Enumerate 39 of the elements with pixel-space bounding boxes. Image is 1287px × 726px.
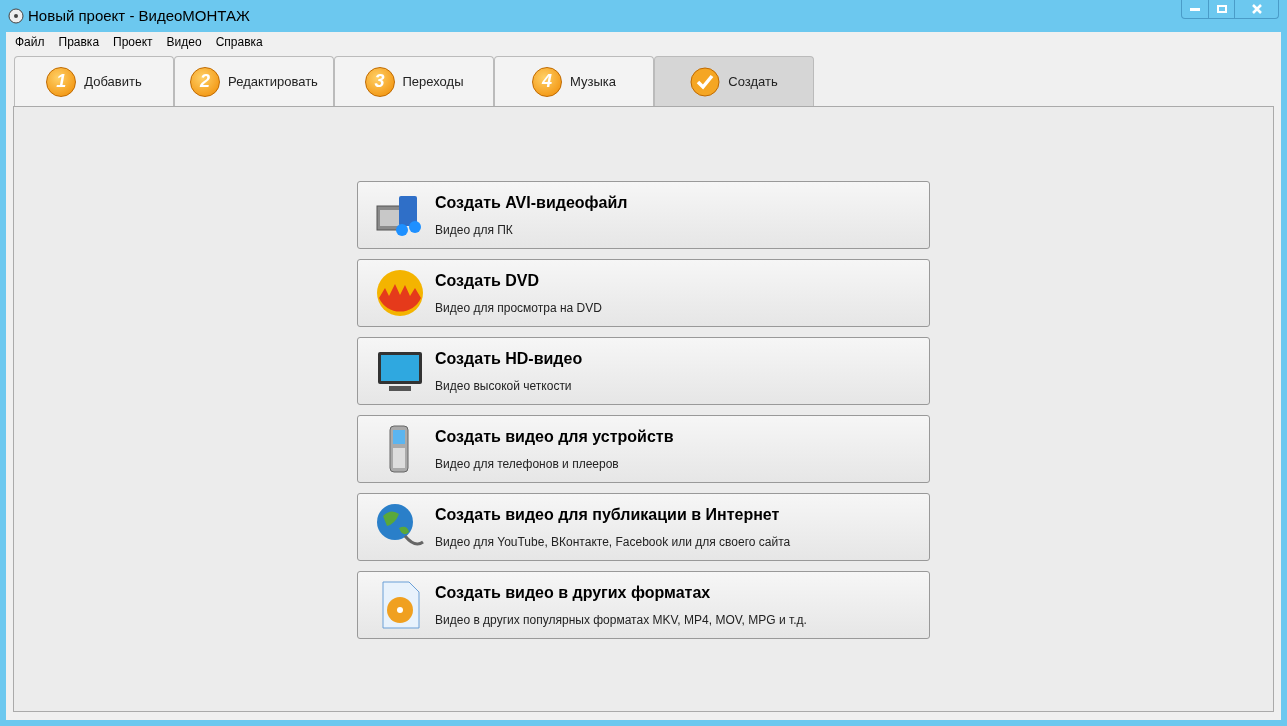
option-title: Создать DVD xyxy=(435,271,541,291)
option-description: Видео для телефонов и плееров xyxy=(435,456,620,473)
export-option-button[interactable]: Создать видео в других форматах Видео в других популярных форматах MKV, MP4, MOV, MPG и т.д. xyxy=(357,571,930,639)
option-title: Создать HD-видео xyxy=(435,349,583,369)
step-tab[interactable]: 1 Добавить xyxy=(14,56,174,106)
check-badge-icon xyxy=(690,66,721,97)
option-title: Создать видео в других форматах xyxy=(435,583,712,603)
minimize-icon xyxy=(1190,7,1200,11)
export-option-button[interactable]: Создать видео для публикации в Интернет Видео для YouTube, ВКонтакте, Facebook или для своего сайта xyxy=(357,493,930,561)
menu-item[interactable]: Правка xyxy=(58,33,100,51)
menu-item[interactable]: Видео xyxy=(166,33,202,51)
close-icon xyxy=(1251,4,1262,14)
option-description: Видео в других популярных форматах MKV, MP4, MOV, MPG и т.д. xyxy=(435,612,807,629)
step-number-badge: 1 xyxy=(46,66,77,97)
option-description: Видео для ПК xyxy=(435,222,514,239)
step-tab[interactable]: Создать xyxy=(654,56,814,106)
export-option-button[interactable]: Создать DVD Видео для просмотра на DVD xyxy=(357,259,930,327)
menu-item[interactable]: Файл xyxy=(15,33,45,51)
option-title: Создать видео для публикации в Интернет xyxy=(435,505,781,525)
step-tab[interactable]: 2 Редактировать xyxy=(174,56,334,106)
option-title: Создать видео для устройств xyxy=(435,427,674,447)
step-number-badge: 4 xyxy=(532,66,562,97)
step-tab[interactable]: 4 Музыка xyxy=(494,56,654,106)
option-title: Создать AVI-видеофайл xyxy=(435,193,628,213)
export-option-button[interactable]: Создать видео для устройств Видео для телефонов и плееров xyxy=(357,415,930,483)
menu-item[interactable]: Справка xyxy=(215,33,263,51)
step-number-badge: 3 xyxy=(364,66,395,97)
step-number-badge: 2 xyxy=(190,66,221,97)
flame-disc-icon xyxy=(375,268,425,318)
maximize-icon xyxy=(1216,5,1227,13)
window-title: Новый проект - ВидеоМОНТАЖ xyxy=(28,5,250,26)
option-description: Видео для просмотра на DVD xyxy=(435,300,602,317)
option-description: Видео для YouTube, ВКонтакте, Facebook или для своего сайта xyxy=(435,534,791,551)
step-tab[interactable]: 3 Переходы xyxy=(334,56,494,106)
film-reel-app-icon xyxy=(8,8,24,24)
export-option-button[interactable]: Создать AVI-видеофайл Видео для ПК xyxy=(357,181,930,249)
export-option-button[interactable]: Создать HD-видео Видео высокой четкости xyxy=(357,337,930,405)
option-description: Видео высокой четкости xyxy=(435,378,573,395)
menu-item[interactable]: Проект xyxy=(113,33,153,51)
